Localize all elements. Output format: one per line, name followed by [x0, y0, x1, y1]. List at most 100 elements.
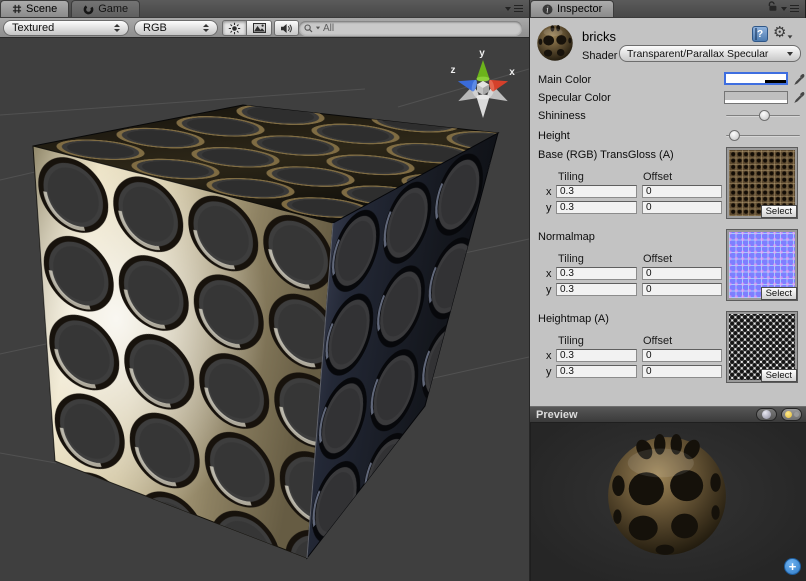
heightmap-texture-thumbnail[interactable]: Select: [727, 312, 797, 382]
scene-skybox-toggle[interactable]: [247, 20, 272, 36]
svg-text:i: i: [546, 5, 549, 14]
y-axis-label: y: [546, 202, 552, 214]
main-color-eyedropper[interactable]: [793, 73, 806, 86]
shininess-slider-handle[interactable]: [759, 110, 770, 121]
offset-header: Offset: [643, 253, 672, 265]
inspector-info-icon: i: [542, 4, 553, 15]
scene-search-field[interactable]: All: [299, 21, 522, 35]
heightmap-offset-y-input[interactable]: [642, 365, 722, 378]
preview-shape-button[interactable]: [756, 408, 777, 421]
scene-toolbar: Textured RGB: [0, 18, 529, 38]
tab-inspector-label: Inspector: [557, 3, 602, 15]
help-button[interactable]: ?: [752, 26, 768, 42]
height-slider-handle[interactable]: [729, 130, 740, 141]
cube-object[interactable]: [33, 105, 498, 558]
offset-header: Offset: [643, 335, 672, 347]
heightmap-tiling-y-input[interactable]: [556, 365, 637, 378]
shader-dropdown[interactable]: Transparent/Parallax Specular: [619, 45, 801, 62]
render-mode-value: Textured: [12, 22, 108, 34]
updown-arrows-icon: [203, 24, 209, 32]
speaker-icon: [280, 23, 293, 34]
image-icon: [253, 23, 266, 33]
preview-title: Preview: [530, 409, 756, 421]
game-icon: [83, 4, 94, 15]
tiling-header: Tiling: [558, 253, 584, 265]
base-texture-thumbnail[interactable]: Select: [727, 148, 797, 218]
light-off-icon: [794, 412, 799, 417]
light-on-icon: [785, 411, 792, 418]
dropdown-arrow-icon: [781, 7, 787, 11]
specular-color-eyedropper[interactable]: [793, 91, 806, 104]
normalmap-offset-x-input[interactable]: [642, 267, 722, 280]
gizmo-y-label: y: [479, 48, 485, 59]
base-tiling-x-input[interactable]: [556, 185, 637, 198]
height-label: Height: [538, 130, 570, 142]
render-mode-dropdown[interactable]: Textured: [3, 20, 129, 36]
tab-inspector[interactable]: i Inspector: [530, 0, 614, 17]
scene-lighting-toggle[interactable]: [222, 20, 247, 36]
search-value: All: [323, 23, 334, 34]
base-offset-y-input[interactable]: [642, 201, 722, 214]
search-filter-arrow-icon: [316, 27, 320, 30]
eyedropper-icon: [793, 73, 806, 86]
scene-canvas: y x z: [0, 39, 529, 581]
menu-icon: [514, 5, 523, 12]
tab-game-label: Game: [98, 3, 128, 15]
shininess-slider[interactable]: [726, 110, 800, 122]
normalmap-tiling-y-input[interactable]: [556, 283, 637, 296]
color-mode-value: RGB: [143, 22, 197, 34]
updown-arrows-icon: [114, 24, 120, 32]
preview-add-button[interactable]: +: [784, 558, 801, 575]
scene-viewport[interactable]: y x z: [0, 39, 529, 581]
material-preview-thumbnail[interactable]: [536, 24, 574, 62]
scene-orientation-gizmo[interactable]: y x z: [451, 48, 516, 118]
scene-tabbar: Scene Game: [0, 0, 529, 18]
specular-color-swatch[interactable]: [724, 91, 788, 104]
specular-color-alpha-bar: [725, 100, 787, 103]
inspector-lock[interactable]: [767, 0, 781, 17]
search-icon: [304, 24, 313, 33]
eyedropper-icon: [793, 91, 806, 104]
height-slider[interactable]: [726, 130, 800, 142]
base-offset-x-input[interactable]: [642, 185, 722, 198]
material-sphere-icon: [536, 24, 574, 62]
heightmap-offset-x-input[interactable]: [642, 349, 722, 362]
base-texture-label: Base (RGB) TransGloss (A): [538, 149, 674, 161]
inspector-body: bricks Shader Transparent/Parallax Specu…: [530, 18, 806, 581]
color-mode-dropdown[interactable]: RGB: [134, 20, 218, 36]
material-preview-area[interactable]: +: [530, 423, 806, 581]
normalmap-select-button[interactable]: Select: [761, 287, 797, 300]
gizmo-x-label: x: [509, 67, 515, 78]
tab-scene-label: Scene: [26, 3, 57, 15]
heightmap-label: Heightmap (A): [538, 313, 609, 325]
scene-panel-menu[interactable]: [505, 5, 529, 17]
shader-label: Shader: [582, 50, 617, 62]
normalmap-texture-thumbnail[interactable]: Select: [727, 230, 797, 300]
x-axis-label: x: [546, 186, 552, 198]
heightmap-tiling-x-input[interactable]: [556, 349, 637, 362]
sphere-icon: [762, 410, 771, 419]
inspector-tabbar: i Inspector: [530, 0, 805, 18]
preview-header[interactable]: Preview: [530, 406, 806, 423]
scene-audio-toggle[interactable]: [274, 20, 299, 36]
main-color-swatch[interactable]: [724, 72, 788, 85]
heightmap-select-button[interactable]: Select: [761, 369, 797, 382]
gizmo-z-label: z: [451, 65, 456, 76]
tab-scene[interactable]: Scene: [0, 0, 69, 17]
normalmap-offset-y-input[interactable]: [642, 283, 722, 296]
gear-icon: ⚙: [773, 23, 786, 41]
specular-color-label: Specular Color: [538, 92, 611, 104]
inspector-panel-menu[interactable]: [781, 5, 805, 17]
lock-open-icon: [767, 0, 779, 12]
preview-lighting-button[interactable]: [781, 408, 802, 421]
dropdown-arrow-icon: [787, 52, 793, 56]
gizmo-y-axis[interactable]: [477, 60, 490, 81]
tab-game[interactable]: Game: [71, 0, 140, 17]
normalmap-tiling-x-input[interactable]: [556, 267, 637, 280]
normalmap-label: Normalmap: [538, 231, 595, 243]
tiling-header: Tiling: [558, 171, 584, 183]
base-tiling-y-input[interactable]: [556, 201, 637, 214]
main-color-label: Main Color: [538, 74, 591, 86]
gear-menu-button[interactable]: ⚙: [773, 23, 793, 41]
base-texture-select-button[interactable]: Select: [761, 205, 797, 218]
